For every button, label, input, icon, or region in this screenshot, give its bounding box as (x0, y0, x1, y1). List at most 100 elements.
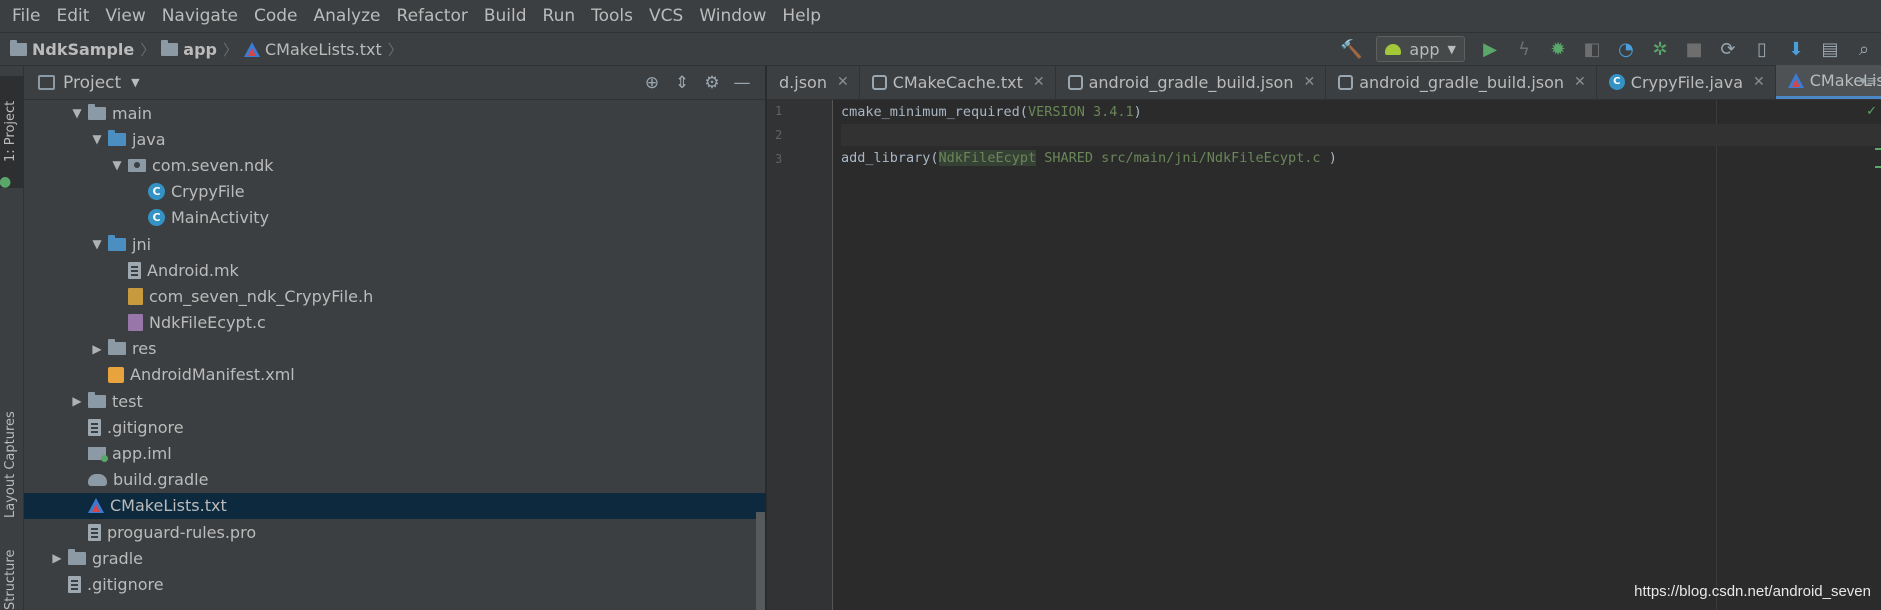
editor-tab[interactable]: android_gradle_build.json ✕ (1056, 65, 1327, 99)
tree-item[interactable]: ▼ jni (24, 231, 766, 257)
run-config-select[interactable]: app ▼ (1376, 36, 1465, 62)
locate-icon[interactable]: ⊕ (637, 73, 667, 93)
tree-item[interactable]: C MainActivity (24, 205, 766, 231)
menu-help[interactable]: Help (774, 6, 829, 26)
inspection-ok-icon[interactable]: ✓ (1866, 104, 1877, 119)
debug-icon[interactable]: ✹ (1541, 33, 1575, 65)
tree-item[interactable]: NdkFileEcypt.c (24, 310, 766, 336)
java-class-icon: C (148, 209, 165, 227)
chevron-down-icon[interactable]: ▼ (131, 76, 139, 89)
code-line[interactable]: cmake_minimum_required(VERSION 3.4.1) (841, 100, 1881, 124)
run-icon[interactable]: ▶ (1473, 33, 1507, 65)
tree-item-label: MainActivity (171, 208, 270, 228)
close-icon[interactable]: ✕ (1753, 74, 1765, 90)
tree-item[interactable]: proguard-rules.pro (24, 519, 766, 545)
profiler-icon[interactable]: ◔ (1609, 33, 1643, 65)
avd-manager-icon[interactable]: ▯ (1745, 33, 1779, 65)
project-structure-icon[interactable]: ▤ (1813, 33, 1847, 65)
code-editor[interactable]: cmake_minimum_required(VERSION 3.4.1) ad… (841, 100, 1881, 610)
project-panel-tools: ⊕ ⇕ ⚙ — (637, 66, 757, 100)
collapse-arrow-icon[interactable]: ▶ (46, 551, 68, 565)
sdk-manager-icon[interactable]: ⬇ (1779, 33, 1813, 65)
coverage-icon[interactable]: ◧ (1575, 33, 1609, 65)
lightning-icon[interactable]: ϟ (1507, 33, 1541, 65)
tree-item-label: main (112, 103, 152, 123)
editor-tabs: d.json ✕ CMakeCache.txt ✕ android_gradle_bui… (767, 65, 1881, 100)
structure-tool-tab[interactable]: Structure (3, 550, 18, 610)
sync-icon[interactable]: ⟳ (1711, 33, 1745, 65)
text-file-icon (88, 418, 101, 436)
menu-code[interactable]: Code (246, 6, 306, 26)
menu-refactor[interactable]: Refactor (389, 6, 476, 26)
tree-item[interactable]: C CrypyFile (24, 179, 766, 205)
run-config-label: app (1409, 39, 1440, 59)
search-icon[interactable]: ⌕ (1847, 33, 1881, 65)
close-icon[interactable]: ✕ (1303, 74, 1315, 90)
close-icon[interactable]: ✕ (837, 74, 849, 90)
c-file-icon (128, 314, 143, 332)
close-icon[interactable]: ✕ (1574, 74, 1586, 90)
expand-arrow-icon[interactable]: ▼ (106, 158, 128, 172)
editor-tab[interactable]: C CrypyFile.java ✕ (1597, 65, 1776, 99)
hide-icon[interactable]: — (727, 73, 757, 93)
menu-vcs[interactable]: VCS (641, 6, 691, 26)
menu-build[interactable]: Build (476, 6, 535, 26)
breadcrumb-project[interactable]: NdkSample (32, 40, 134, 59)
android-icon (1385, 43, 1402, 55)
project-folder-icon (10, 39, 27, 56)
menu-analyze[interactable]: Analyze (306, 6, 389, 26)
menu-navigate[interactable]: Navigate (154, 6, 246, 26)
tree-item[interactable]: ▶ test (24, 388, 766, 414)
tree-item[interactable]: Android.mk (24, 257, 766, 283)
code-token: ) (1133, 104, 1142, 120)
collapse-all-icon[interactable]: ⇕ (667, 73, 697, 93)
code-line[interactable] (841, 124, 1881, 146)
tree-item[interactable]: CMakeLists.txt (24, 492, 766, 519)
navigation-bar: NdkSample 〉 app 〉 CMakeLists.txt 〉 🔨 app… (0, 32, 1881, 66)
menu-run[interactable]: Run (535, 6, 584, 26)
menu-file[interactable]: File (4, 6, 48, 26)
breadcrumb-separator: 〉 (140, 40, 156, 59)
tree-item[interactable]: AndroidManifest.xml (24, 362, 766, 388)
tree-item[interactable]: ▼ java (24, 126, 766, 152)
breadcrumb-module[interactable]: app (183, 40, 217, 59)
tree-item[interactable]: ▼ main (24, 100, 766, 126)
collapse-arrow-icon[interactable]: ▶ (66, 394, 88, 408)
menu-tools[interactable]: Tools (583, 6, 641, 26)
source-folder-icon (108, 129, 126, 146)
tree-item[interactable]: .gitignore (24, 414, 766, 440)
hammer-icon[interactable]: 🔨 (1334, 33, 1368, 65)
stop-icon[interactable]: ■ (1677, 33, 1711, 65)
expand-arrow-icon[interactable]: ▼ (86, 237, 108, 251)
project-tool-tab[interactable]: 1: Project (3, 101, 18, 162)
tabs-overflow-icon[interactable]: ▾≡ (1860, 74, 1877, 89)
expand-arrow-icon[interactable]: ▼ (86, 132, 108, 146)
collapse-arrow-icon[interactable]: ▶ (86, 342, 108, 356)
editor-tab[interactable]: android_gradle_build.json ✕ (1326, 65, 1597, 99)
close-icon[interactable]: ✕ (1033, 74, 1045, 90)
code-line[interactable]: add_library(NdkFileEcypt SHARED src/main… (841, 146, 1881, 170)
cmake-icon (244, 41, 260, 57)
tree-item[interactable]: app.iml (24, 440, 766, 466)
tree-item[interactable]: ▶ res (24, 336, 766, 362)
expand-arrow-icon[interactable]: ▼ (66, 106, 88, 120)
attach-debugger-icon[interactable]: ✲ (1643, 33, 1677, 65)
code-token: ) (1328, 150, 1337, 166)
editor-tab[interactable]: d.json ✕ (767, 65, 860, 99)
tree-item[interactable]: .gitignore (24, 571, 766, 597)
project-scrollbar[interactable] (756, 512, 765, 610)
project-panel-title[interactable]: Project (63, 73, 121, 93)
breadcrumb-file[interactable]: CMakeLists.txt (265, 40, 382, 59)
menu-window[interactable]: Window (691, 6, 774, 26)
project-tree: ▼ main ▼ java ▼ com.seven.ndk C CrypyFile C MainA… (24, 100, 766, 598)
menu-view[interactable]: View (97, 6, 153, 26)
menu-edit[interactable]: Edit (48, 6, 97, 26)
android-tool-icon[interactable]: ● (0, 174, 11, 190)
layout-captures-tool-tab[interactable]: Layout Captures (3, 411, 18, 518)
tree-item[interactable]: com_seven_ndk_CrypyFile.h (24, 283, 766, 309)
gear-icon[interactable]: ⚙ (697, 73, 727, 93)
tree-item[interactable]: ▼ com.seven.ndk (24, 152, 766, 178)
tree-item[interactable]: ▶ gradle (24, 545, 766, 571)
editor-tab[interactable]: CMakeCache.txt ✕ (860, 65, 1056, 99)
tree-item[interactable]: build.gradle (24, 467, 766, 493)
